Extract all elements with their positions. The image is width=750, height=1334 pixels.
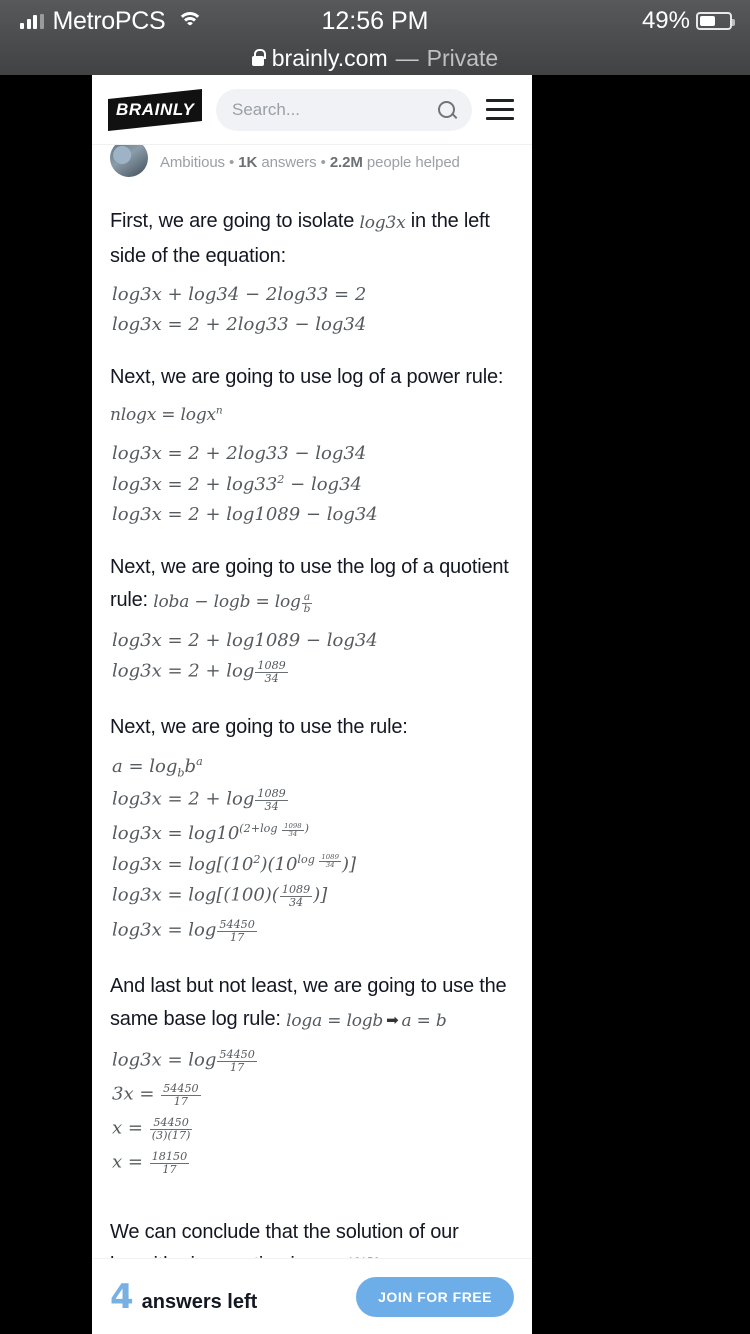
equation: log3x = 2 + 2log33 − log34: [112, 442, 367, 464]
equation: log3x = log10(2+log 1098 34): [112, 821, 310, 845]
equation: log3x = 2 + log 1089 34: [112, 787, 288, 814]
equation: log3x = log 54450 17: [112, 917, 257, 944]
answers-left-label: answers left: [141, 1290, 258, 1313]
step-2-inline-math: nlogx = logxn: [110, 404, 223, 425]
step-1-text: First, we are going to isolate log3x in …: [110, 205, 514, 273]
answer-body: Ambitious • 1K answers • 2.2M people hel…: [92, 145, 532, 1334]
status-bar-right: 49%: [641, 0, 735, 42]
url-separator: —: [395, 45, 419, 71]
step-5-text: And last but not least, we are going to …: [110, 970, 514, 1038]
arrow-right-icon: ➡: [386, 1011, 399, 1029]
step-3-inline-math: loba − logb = log a b: [153, 591, 313, 616]
equation: log3x = log[(102)(10log 1089 34)]: [112, 852, 357, 876]
bottom-cta-bar: 4 answers left JOIN FOR FREE: [92, 1258, 532, 1334]
browser-url-bar[interactable]: brainly.com — Private: [0, 42, 750, 75]
equation: log3x = 2 + log 1089 34: [112, 658, 288, 685]
private-mode-label: Private: [426, 45, 499, 71]
author-answers-label: answers: [261, 153, 317, 171]
equation: log3x = 2 + log1089 − log34: [112, 629, 378, 651]
author-helped-label: people helped: [366, 153, 460, 171]
search-placeholder: Search...: [232, 99, 301, 119]
equation: log3x + log34 − 2log33 = 2: [112, 284, 367, 305]
brainly-logo-text: BRAINLY: [115, 99, 195, 119]
status-bar-top-row: MetroPCS 12:56 PM 49%: [0, 0, 750, 42]
answers-left-group: 4 answers left: [110, 1280, 356, 1314]
join-for-free-button[interactable]: JOIN FOR FREE: [356, 1276, 514, 1317]
equation: x = 18150 17: [112, 1149, 190, 1176]
answer-author: Ambitious • 1K answers • 2.2M people hel…: [110, 145, 514, 179]
step-3-text: Next, we are going to use the log of a q…: [110, 551, 514, 619]
step-2-text: Next, we are going to use log of a power…: [110, 361, 514, 432]
battery-icon: [696, 12, 735, 30]
battery-percent-label: 49%: [641, 7, 690, 34]
equation: log3x = 2 + log1089 − log34: [112, 503, 378, 525]
brainly-logo[interactable]: BRAINLY: [108, 88, 202, 131]
step-1-inline-math: log3x: [359, 213, 406, 233]
step-5-inline-math: loga = logb: [286, 1010, 384, 1031]
site-header: BRAINLY Search...: [92, 75, 532, 145]
step-4-text: Next, we are going to use the rule:: [110, 715, 408, 738]
equation: log3x = 2 + 2log33 − log34: [112, 314, 367, 335]
webpage-viewport: BRAINLY Search... Ambitious • 1K answers…: [92, 75, 532, 1334]
lock-icon: [251, 48, 266, 66]
url-host: brainly.com: [271, 45, 388, 71]
hamburger-menu-icon[interactable]: [486, 99, 516, 120]
author-answers-count: 1K: [238, 153, 258, 171]
stats-separator-2: •: [320, 153, 326, 171]
avatar[interactable]: [110, 145, 148, 177]
equation: log3x = 2 + log332 − log34: [112, 472, 362, 495]
ios-status-bar: MetroPCS 12:56 PM 49% brainly.com — Priv…: [0, 0, 750, 75]
search-input[interactable]: Search...: [216, 88, 472, 131]
step-2-text-before: Next, we are going to use log of a power…: [110, 366, 504, 388]
author-rank: Ambitious: [160, 153, 225, 171]
step-5-inline-math-2: a = b: [401, 1010, 447, 1031]
search-icon[interactable]: [438, 100, 456, 119]
stats-separator-1: •: [229, 153, 235, 171]
answers-left-count: 4: [110, 1276, 134, 1317]
equation: log3x = log[(100)(1089 34)]: [112, 883, 328, 910]
equation: 3x = 54450 17: [112, 1081, 201, 1108]
step-1-text-before: First, we are going to isolate: [110, 210, 360, 232]
author-helped-count: 2.2M: [329, 153, 363, 171]
equation: a = logbba: [112, 754, 203, 780]
clock-label: 12:56 PM: [321, 6, 429, 35]
equation: x = 54450 (3)(17): [112, 1115, 193, 1142]
author-stats: Ambitious • 1K answers • 2.2M people hel…: [160, 154, 460, 171]
equation: log3x = log 54450 17: [112, 1047, 257, 1074]
